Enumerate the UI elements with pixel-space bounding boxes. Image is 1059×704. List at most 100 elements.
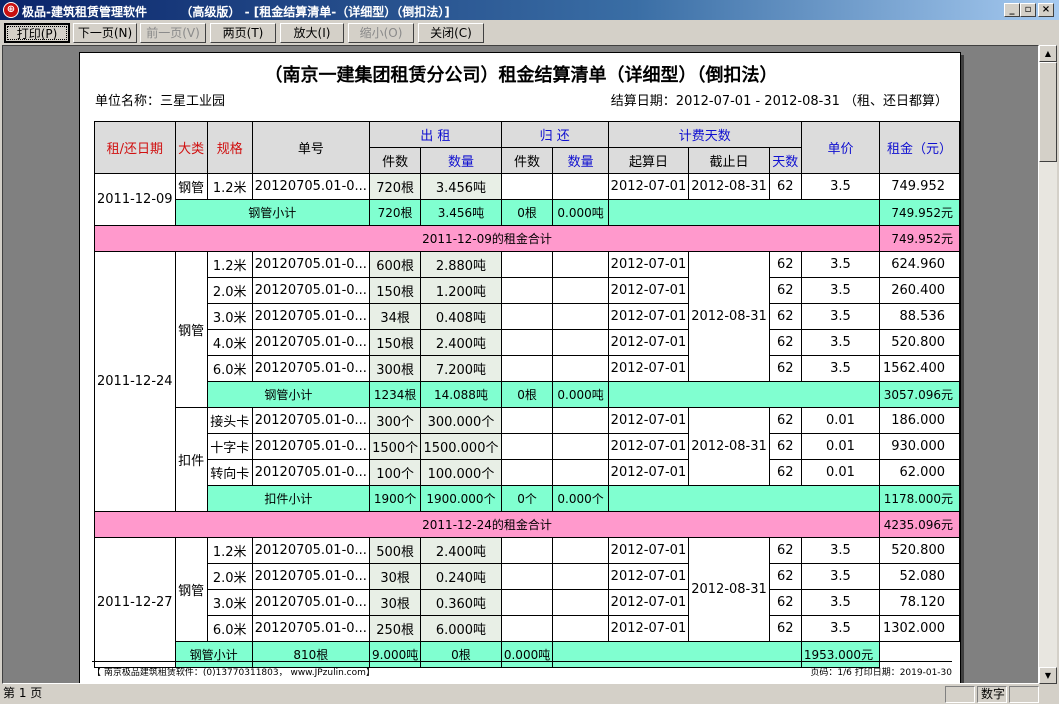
qty-cell: 1.200吨 [420, 277, 502, 304]
subtotal-blank [607, 199, 881, 226]
minimize-button[interactable]: _ [1004, 3, 1020, 17]
price-cell: 3.5 [800, 589, 881, 616]
total-row: 2011-12-24的租金合计 4235.096元 [93, 511, 960, 538]
ret-qty-cell [552, 251, 609, 278]
group-date: 2011-12-24 [94, 251, 176, 512]
col-charge-days: 计费天数 [607, 121, 802, 148]
qty-cell: 300.000个 [420, 407, 502, 434]
count-cell: 720根 [368, 173, 422, 200]
subtotal-blank [607, 485, 881, 512]
preview-viewport[interactable]: （南京一建集团租赁分公司）租金结算清单（详细型）（倒扣法） 单位名称：三星工业园… [2, 45, 1039, 684]
subtotal-ret-count: 0根 [500, 381, 554, 408]
price-cell: 3.5 [800, 251, 881, 278]
close-window-button[interactable]: × [1038, 3, 1054, 17]
two-pages-button[interactable]: 两页(T) [210, 23, 276, 43]
col-rent-out: 出 租 [368, 121, 502, 148]
col-rent: 租金（元） [879, 121, 960, 174]
status-mode: 数字 [977, 686, 1007, 703]
table-row: 2011-12-27 钢管 1.2米 20120705.01-0... 500根… [94, 537, 960, 668]
order-cell: 20120705.01-0... [251, 615, 370, 642]
subtotal-blank [607, 381, 881, 408]
zoom-in-button[interactable]: 放大(I) [280, 23, 344, 43]
start-cell: 2012-07-01 [607, 459, 690, 486]
ret-count-cell [500, 329, 554, 356]
table-row: 2011-12-24 钢管 1.2米 20120705.01-0... 600根… [94, 251, 960, 512]
rent-cell: 520.800 [879, 329, 960, 356]
spec-cell: 接头卡 [206, 407, 253, 434]
prev-page-button[interactable]: 前一页(V) [140, 23, 206, 43]
order-cell: 20120705.01-0... [251, 355, 370, 382]
days-cell: 62 [768, 355, 802, 382]
start-cell: 2012-07-01 [607, 329, 690, 356]
count-cell: 30根 [368, 563, 422, 590]
price-cell: 3.5 [800, 173, 881, 200]
app-icon[interactable]: ⊕ [3, 2, 19, 18]
subtotal-ret-qty: 0.000吨 [552, 381, 609, 408]
unit-name: 单位名称：三星工业园 [95, 94, 226, 109]
qty-cell: 2.880吨 [420, 251, 502, 278]
count-cell: 1500个 [368, 433, 422, 460]
ret-qty-cell [552, 589, 609, 616]
total-rent: 4235.096元 [879, 511, 960, 538]
count-cell: 34根 [368, 303, 422, 330]
total-label: 2011-12-24的租金合计 [93, 511, 881, 538]
count-cell: 250根 [368, 615, 422, 642]
next-page-button[interactable]: 下一页(N) [73, 23, 137, 43]
close-preview-button[interactable]: 关闭(C) [418, 23, 484, 43]
table-row: 2.0米 20120705.01-0... 30根 0.240吨 2012-07… [95, 563, 960, 590]
start-cell: 2012-07-01 [607, 589, 690, 616]
ret-count-cell [500, 433, 554, 460]
days-cell: 62 [768, 407, 802, 434]
subtotal-qty: 1900.000个 [420, 485, 502, 512]
subtotal-row: 扣件小计 1900个 1900.000个 0个 0.000个 1178.000元 [95, 485, 960, 512]
category-cell: 钢管 [174, 173, 208, 200]
ret-qty-cell [552, 329, 609, 356]
scroll-thumb[interactable] [1039, 62, 1057, 162]
restore-button[interactable]: ▫ [1020, 3, 1036, 17]
print-button[interactable]: 打印(P) [4, 23, 70, 43]
subtotal-row: 钢管小计 1234根 14.088吨 0根 0.000吨 3057.096元 [95, 381, 960, 408]
zoom-out-button[interactable]: 缩小(O) [348, 23, 414, 43]
days-cell: 62 [768, 329, 802, 356]
app-window: ⊕ 极品-建筑租赁管理软件 （高级版） - [租金结算清单-（详细型）（倒扣法）… [0, 0, 1059, 704]
count-cell: 500根 [368, 537, 422, 564]
qty-cell: 0.408吨 [420, 303, 502, 330]
order-cell: 20120705.01-0... [251, 407, 370, 434]
qty-cell: 0.240吨 [420, 563, 502, 590]
scroll-up-icon[interactable]: ▲ [1039, 45, 1057, 62]
count-cell: 30根 [368, 589, 422, 616]
table-row: 2011-12-09 钢管 1.2米 20120705.01-0... 720根… [94, 173, 960, 226]
count-cell: 300根 [368, 355, 422, 382]
days-cell: 62 [768, 459, 802, 486]
scroll-down-icon[interactable]: ▼ [1039, 667, 1057, 684]
spec-cell: 4.0米 [206, 329, 253, 356]
subtotal-rent: 749.952元 [879, 199, 960, 226]
total-row: 2011-12-09的租金合计 749.952元 [93, 225, 960, 252]
col-price: 单价 [800, 121, 881, 174]
start-cell: 2012-07-01 [607, 407, 690, 434]
table-row: 转向卡 20120705.01-0... 100个 100.000个 2012-… [95, 459, 960, 486]
order-cell: 20120705.01-0... [251, 537, 370, 564]
report-title: （南京一建集团租赁分公司）租金结算清单（详细型）（倒扣法） [264, 65, 778, 85]
subtotal-ret-qty: 0.000个 [552, 485, 609, 512]
order-cell: 20120705.01-0... [251, 277, 370, 304]
title-bar[interactable]: ⊕ 极品-建筑租赁管理软件 （高级版） - [租金结算清单-（详细型）（倒扣法）… [0, 0, 1059, 20]
days-cell: 62 [768, 303, 802, 330]
col-ret-count: 件数 [500, 147, 554, 174]
qty-cell: 1500.000个 [420, 433, 502, 460]
start-cell: 2012-07-01 [607, 433, 690, 460]
rent-cell: 260.400 [879, 277, 960, 304]
table-row: 2.0米 20120705.01-0... 150根 1.200吨 2012-0… [95, 277, 960, 304]
window-title: 极品-建筑租赁管理软件 （高级版） - [租金结算清单-（详细型）（倒扣法）] [22, 5, 450, 19]
end-cell: 2012-08-31 [688, 537, 770, 642]
rent-cell: 78.120 [879, 589, 960, 616]
category-cell: 钢管 [174, 251, 208, 408]
start-cell: 2012-07-01 [607, 563, 690, 590]
subtotal-ret-count: 0根 [500, 199, 554, 226]
ret-qty-cell [552, 303, 609, 330]
vertical-scrollbar[interactable]: ▲ ▼ [1039, 45, 1057, 684]
total-rent: 749.952元 [879, 225, 960, 252]
qty-cell: 0.360吨 [420, 589, 502, 616]
subtotal-row: 钢管小计 720根 3.456吨 0根 0.000吨 749.952元 [95, 199, 960, 226]
start-cell: 2012-07-01 [607, 277, 690, 304]
